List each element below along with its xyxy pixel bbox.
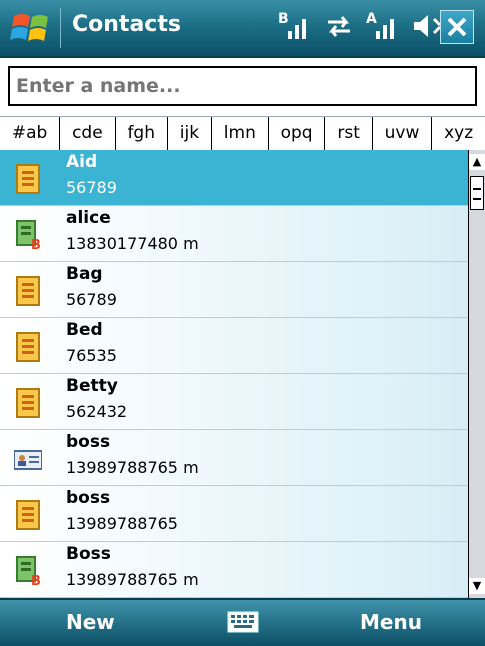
alpha-tab-lmn[interactable]: lmn [212,117,269,151]
business-card-icon [14,450,42,470]
contact-number: 76535 [66,346,117,365]
alpha-tab-xyz[interactable]: xyz [432,117,485,151]
contact-card-icon [16,388,40,418]
contact-row[interactable]: Bag 56789 [0,262,468,318]
svg-text:B: B [31,238,41,250]
contact-name: Aid [66,152,98,172]
contact-name: alice [66,208,111,228]
contact-name: Boss [66,544,111,564]
search-input[interactable] [8,66,477,106]
scrollbar[interactable]: ▲ ▼ [468,150,485,598]
sim-contact-icon: B [16,556,41,586]
contact-name: Bed [66,320,103,340]
alpha-tab-uvw[interactable]: uvw [373,117,433,151]
close-icon [447,17,467,37]
signal-b-icon[interactable]: B [276,9,314,47]
contact-number: 13989788765 [66,514,178,533]
scroll-down-arrow-icon[interactable]: ▼ [469,578,485,594]
menu-button[interactable]: Menu [360,610,422,634]
scroll-up-arrow-icon[interactable]: ▲ [469,154,485,170]
svg-text:A: A [366,11,377,27]
close-button[interactable] [440,10,474,44]
app-title: Contacts [72,12,181,37]
contact-list: Aid 56789 B alice 13830177480 m Bag 5678… [0,150,468,598]
contact-row[interactable]: boss 13989788765 m [0,430,468,486]
contact-number: 56789 [66,178,117,197]
contact-card-icon [16,332,40,362]
alpha-tab-ijk[interactable]: ijk [168,117,212,151]
contact-name: Bag [66,264,103,284]
contact-number: 56789 [66,290,117,309]
contact-row[interactable]: B Boss 13989788765 m [0,542,468,598]
contact-row[interactable]: Aid 56789 [0,150,468,206]
status-icons: B A [276,6,446,50]
alpha-index-bar: #ab cde fgh ijk lmn opq rst uvw xyz [0,116,485,151]
alpha-tab-rst[interactable]: rst [325,117,373,151]
contact-name: boss [66,432,111,452]
contact-number: 562432 [66,402,128,421]
keyboard-icon[interactable] [227,609,259,635]
alpha-tab-ab[interactable]: #ab [0,117,61,151]
svg-text:B: B [31,574,41,586]
contact-card-icon [16,276,40,306]
new-button[interactable]: New [66,610,115,634]
signal-a-icon[interactable]: A [364,9,402,47]
contact-row[interactable]: Bed 76535 [0,318,468,374]
contact-number: 13989788765 m [66,570,199,589]
contact-card-icon [16,164,40,194]
alpha-tab-opq[interactable]: opq [269,117,326,151]
alpha-tab-cde[interactable]: cde [60,117,116,151]
contact-row[interactable]: B alice 13830177480 m [0,206,468,262]
contact-name: Betty [66,376,118,396]
svg-text:B: B [278,11,289,27]
contact-row[interactable]: boss 13989788765 [0,486,468,542]
windows-start-icon[interactable] [10,8,54,48]
contact-number: 13830177480 m [66,234,199,253]
sim-contact-icon: B [16,220,41,250]
scroll-thumb[interactable] [470,176,484,210]
softkey-bar: New Menu [0,598,485,646]
contact-card-icon [16,500,40,530]
title-separator [60,8,61,48]
contact-number: 13989788765 m [66,458,199,477]
contact-row[interactable]: Betty 562432 [0,374,468,430]
sync-arrows-icon[interactable] [324,11,354,45]
alpha-tab-fgh[interactable]: fgh [116,117,168,151]
title-bar: Contacts B A [0,0,485,58]
contact-name: boss [66,488,111,508]
search-area [0,58,485,114]
